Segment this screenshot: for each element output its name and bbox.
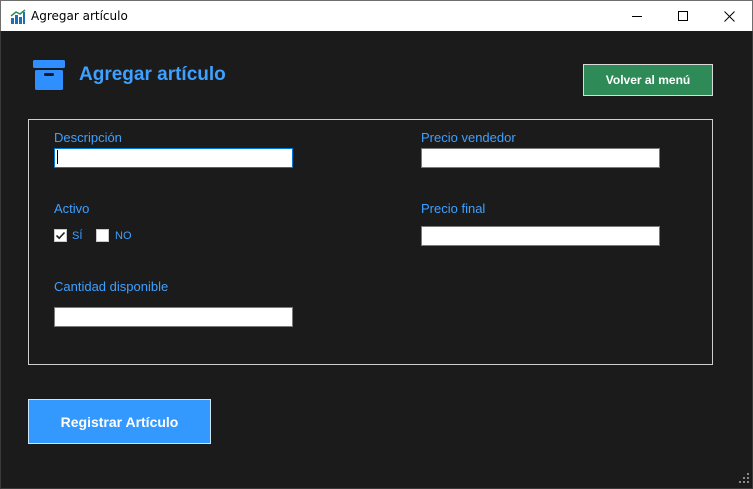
minimize-icon: [631, 16, 642, 17]
checkmark-icon: [55, 231, 66, 240]
cantidad-input[interactable]: [54, 307, 293, 327]
descripcion-input[interactable]: [54, 148, 293, 168]
chart-bars-icon: [10, 9, 26, 24]
maximize-icon: [677, 11, 688, 21]
activo-si-label[interactable]: SÍ: [72, 230, 82, 242]
activo-si-checkbox[interactable]: [54, 229, 67, 242]
maximize-button[interactable]: [660, 1, 706, 32]
minimize-button[interactable]: [614, 1, 660, 32]
precio-vendedor-input[interactable]: [421, 148, 660, 168]
activo-label: Activo: [54, 201, 90, 216]
text-caret: [57, 150, 58, 164]
activo-no-label[interactable]: NO: [115, 230, 132, 242]
register-article-button[interactable]: Registrar Artículo: [28, 399, 211, 444]
precio-final-input[interactable]: [421, 226, 660, 246]
back-to-menu-button[interactable]: Volver al menú: [583, 64, 713, 96]
window-titlebar[interactable]: Agregar artículo: [0, 0, 753, 31]
precio-vendedor-label: Precio vendedor: [421, 130, 516, 145]
precio-final-label: Precio final: [421, 201, 486, 216]
close-icon: [723, 11, 735, 22]
page-title: Agregar artículo: [79, 64, 226, 85]
cantidad-label: Cantidad disponible: [54, 279, 169, 294]
window-title: Agregar artículo: [31, 9, 128, 23]
close-button[interactable]: [706, 1, 752, 32]
resize-grip-icon[interactable]: [738, 472, 750, 484]
archive-box-icon: [33, 60, 65, 90]
descripcion-label: Descripción: [54, 130, 122, 145]
activo-no-checkbox[interactable]: [96, 229, 109, 242]
